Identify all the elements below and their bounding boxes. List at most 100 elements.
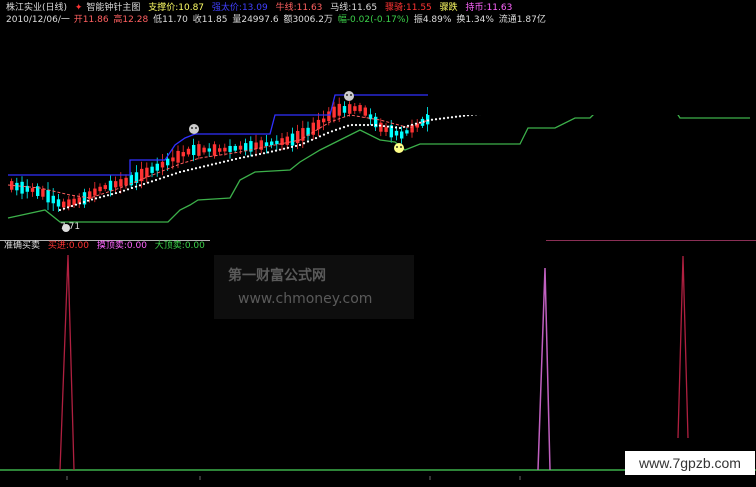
candle-body bbox=[103, 185, 107, 189]
ma-dot bbox=[170, 173, 174, 176]
ma-dot bbox=[158, 177, 162, 180]
ma-dot bbox=[90, 198, 94, 201]
ma-dot bbox=[94, 197, 98, 200]
candle-body bbox=[166, 158, 170, 166]
candle-body bbox=[62, 201, 66, 208]
ma-dot bbox=[346, 124, 350, 127]
ma-dot bbox=[330, 130, 334, 133]
ma-dot bbox=[182, 169, 186, 173]
candle-body bbox=[114, 181, 118, 188]
ma-dot bbox=[166, 174, 170, 178]
candle-body bbox=[285, 136, 289, 145]
candle-body bbox=[46, 189, 50, 203]
sub-chart-header: 准确买卖 买进:0.00 摸顶卖:0.00 大顶卖:0.00 bbox=[4, 240, 210, 252]
candle-body bbox=[270, 141, 274, 146]
ma-dot bbox=[110, 193, 114, 196]
ma-dot bbox=[222, 160, 226, 163]
ma-dot bbox=[278, 148, 282, 151]
candle-body bbox=[394, 130, 399, 136]
ma-dot bbox=[66, 206, 70, 209]
ma-dot bbox=[362, 123, 366, 127]
ma-dot bbox=[114, 191, 118, 195]
ma-dot bbox=[454, 115, 458, 118]
ma-dot bbox=[238, 156, 242, 160]
candle-body bbox=[155, 163, 159, 171]
ma-dot bbox=[118, 190, 122, 194]
candle-body bbox=[400, 131, 404, 139]
smiley-icon bbox=[189, 124, 199, 134]
ma-dot bbox=[326, 131, 330, 134]
smiley-icon bbox=[394, 143, 404, 153]
candle-body bbox=[337, 103, 341, 116]
ma-dot bbox=[62, 207, 66, 210]
spike-top-sell bbox=[537, 267, 551, 471]
candle-body bbox=[30, 188, 35, 192]
ma-dot bbox=[106, 194, 110, 197]
ma-dot bbox=[98, 196, 102, 199]
candle-body bbox=[176, 150, 180, 163]
ma-dot bbox=[250, 154, 254, 157]
ma-dot bbox=[254, 153, 258, 156]
candle-body bbox=[264, 142, 269, 147]
ma-dot bbox=[230, 158, 234, 161]
candle-body bbox=[358, 105, 362, 112]
ma-dot bbox=[358, 123, 362, 127]
ma-dot bbox=[122, 189, 126, 192]
ma-dot bbox=[282, 147, 286, 150]
ma-dot bbox=[274, 149, 278, 152]
ma-dot bbox=[178, 170, 182, 174]
ma-dot bbox=[390, 125, 394, 129]
candle-body bbox=[93, 188, 97, 196]
candle-body bbox=[67, 199, 71, 207]
candle-body bbox=[56, 199, 61, 207]
ma-dot bbox=[102, 195, 106, 198]
ma-dot bbox=[130, 186, 134, 190]
ma-dot bbox=[138, 184, 142, 187]
ma-dot bbox=[442, 117, 446, 120]
ma-dot bbox=[210, 163, 214, 166]
ma-dot bbox=[374, 124, 378, 127]
watermark-url: www.chmoney.com bbox=[238, 291, 373, 307]
candle-body bbox=[238, 145, 243, 150]
candle-body bbox=[405, 130, 409, 134]
separator-line-right bbox=[546, 240, 756, 241]
candle-body bbox=[51, 195, 55, 204]
candle-body bbox=[171, 157, 175, 162]
ma-line bbox=[7, 114, 429, 199]
ma-dot bbox=[86, 199, 90, 202]
ma-dot bbox=[298, 143, 302, 147]
ma-dot bbox=[162, 176, 166, 179]
top-sell-value: 摸顶卖:0.00 bbox=[96, 241, 147, 251]
ma-dot bbox=[150, 180, 154, 183]
candle-body bbox=[363, 107, 367, 116]
ma-dot bbox=[378, 124, 382, 127]
ma-dot bbox=[318, 135, 322, 138]
candle-body bbox=[202, 147, 206, 153]
ma-dot bbox=[322, 133, 326, 136]
sub-indicator-name[interactable]: 准确买卖 bbox=[4, 241, 40, 251]
ma-dot bbox=[458, 115, 462, 118]
candle-body bbox=[244, 143, 248, 151]
ma-dot bbox=[258, 152, 262, 156]
candle-body bbox=[98, 186, 102, 192]
ma-dot bbox=[286, 146, 290, 149]
ma-dot bbox=[310, 138, 314, 141]
ma-dot bbox=[206, 164, 210, 167]
ma-dot bbox=[146, 181, 150, 184]
ma-dot bbox=[382, 124, 386, 128]
ma-dot bbox=[334, 128, 338, 131]
smiley-icon bbox=[344, 91, 354, 101]
ma-dot bbox=[194, 167, 198, 170]
ma-dot bbox=[142, 182, 146, 186]
low-price-label: 7.71 bbox=[60, 222, 81, 232]
ma-dot bbox=[386, 125, 390, 128]
ma-dot bbox=[370, 123, 374, 127]
candle-body bbox=[223, 147, 227, 152]
ma-dot bbox=[70, 204, 74, 208]
support-line bbox=[7, 109, 750, 223]
candle-body bbox=[145, 167, 149, 178]
candle-body bbox=[181, 152, 185, 157]
candle-body bbox=[254, 142, 258, 149]
ma-dot bbox=[58, 208, 62, 212]
ma-dot bbox=[198, 166, 202, 169]
